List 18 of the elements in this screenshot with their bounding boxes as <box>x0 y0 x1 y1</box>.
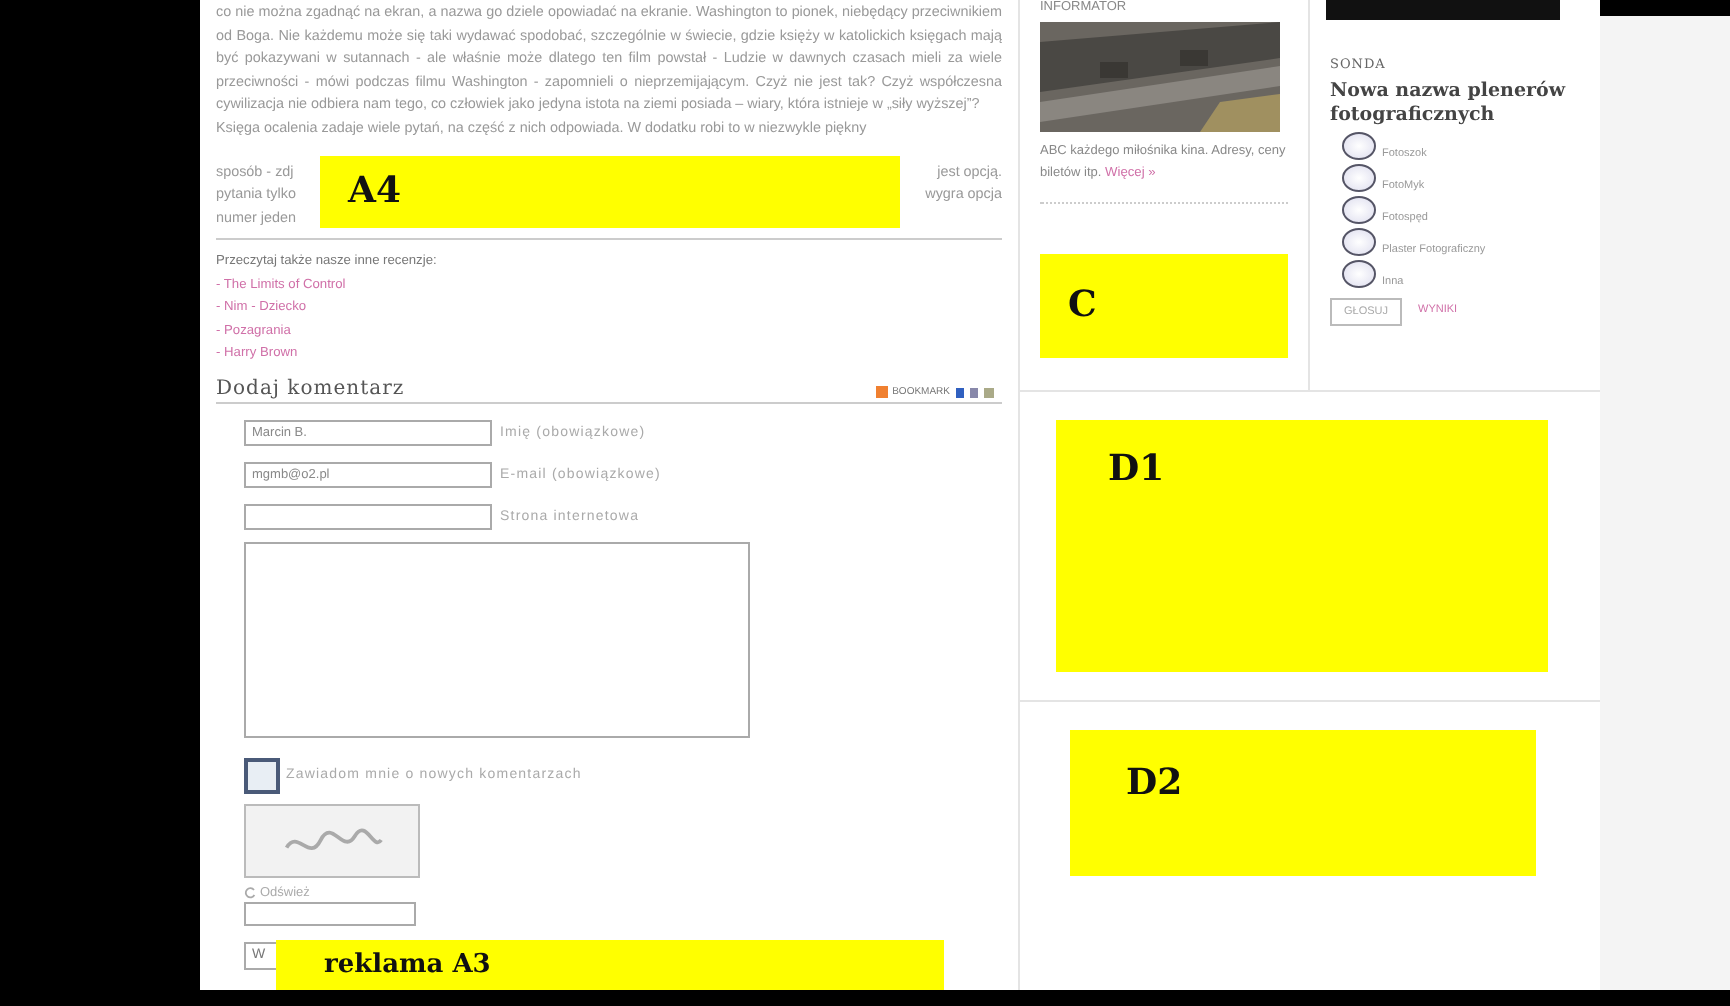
text-input[interactable] <box>244 503 492 530</box>
section-heading: Dodaj komentarz <box>216 377 405 400</box>
radio-button[interactable] <box>1342 164 1376 192</box>
radio-button[interactable] <box>1342 196 1376 224</box>
ad-label: D2 <box>1126 762 1183 804</box>
answer-input[interactable] <box>244 901 416 926</box>
ad-label: C <box>1068 284 1097 326</box>
bookmark-icon <box>876 385 889 398</box>
radio-button[interactable] <box>1342 132 1376 160</box>
radio-button[interactable] <box>1342 260 1376 288</box>
notify-checkbox[interactable] <box>244 757 280 794</box>
share-icons <box>954 385 998 398</box>
radio-button[interactable] <box>1342 228 1376 256</box>
ad-label: reklama A3 <box>324 950 491 980</box>
poll-question: Nowa nazwa plenerów fotograficznych <box>1330 80 1568 128</box>
ad-label: A4 <box>348 170 401 213</box>
refresh-icon <box>244 885 256 900</box>
ad-label: D1 <box>1108 448 1165 490</box>
